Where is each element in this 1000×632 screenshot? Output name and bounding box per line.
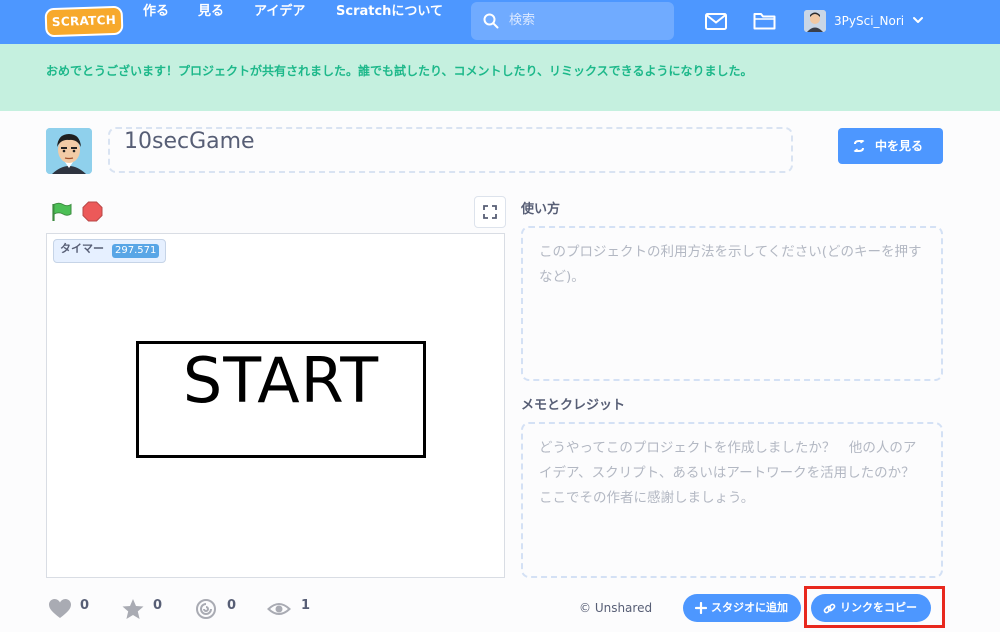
instructions-textarea[interactable]: このプロジェクトの利用方法を示してください(どのキーを押すなど)。	[521, 226, 943, 381]
username[interactable]: 3PySci_Nori	[834, 0, 904, 42]
stop-icon[interactable]	[82, 201, 103, 222]
add-to-studio-label: スタジオに追加	[711, 601, 788, 614]
remix-stat: 0	[195, 598, 245, 620]
search-placeholder: 検索	[509, 13, 536, 28]
remix-arrows-icon	[853, 140, 865, 152]
plus-icon	[695, 602, 707, 614]
view-count: 1	[301, 598, 311, 613]
unshared-status[interactable]: © Unshared	[579, 598, 652, 618]
search-icon	[483, 13, 499, 29]
nav-explore[interactable]: 見る	[198, 0, 224, 44]
fullscreen-icon	[483, 205, 497, 219]
view-stat: 1	[267, 598, 317, 620]
eye-icon	[267, 603, 291, 615]
remix-spiral-icon	[196, 599, 216, 619]
search-input[interactable]: 検索	[471, 2, 674, 40]
user-avatar[interactable]	[804, 10, 826, 32]
project-stage[interactable]: タイマー 297.571 START	[46, 233, 505, 578]
favorite-count: 0	[153, 598, 163, 613]
top-nav: SCRATCH 作る 見る アイデア Scratchについて 検索 3PySci…	[0, 0, 1000, 44]
start-text: START	[182, 344, 380, 417]
add-to-studio-button[interactable]: スタジオに追加	[683, 594, 801, 622]
fullscreen-button[interactable]	[474, 196, 506, 228]
mail-icon[interactable]	[705, 13, 727, 30]
timer-monitor: タイマー 297.571	[53, 239, 167, 263]
instructions-label: 使い方	[521, 202, 561, 217]
nav-about[interactable]: Scratchについて	[336, 0, 443, 44]
star-icon	[122, 599, 144, 619]
copy-link-highlight	[804, 586, 945, 628]
folder-icon[interactable]	[753, 11, 776, 30]
scratch-logo[interactable]: SCRATCH	[44, 5, 124, 38]
project-author-avatar[interactable]	[46, 128, 92, 174]
see-inside-button[interactable]: 中を見る	[838, 128, 943, 164]
notes-credits-label: メモとクレジット	[521, 398, 626, 413]
chevron-down-icon[interactable]	[913, 16, 923, 24]
notes-credits-textarea[interactable]: どうやってこのプロジェクトを作成しましたか？ 他の人のアイデア、スクリプト、ある…	[521, 422, 943, 578]
heart-icon	[49, 599, 71, 618]
nav-create[interactable]: 作る	[143, 0, 169, 44]
banner-message: おめでとうございます！プロジェクトが共有されました。誰でも試したり、コメントした…	[46, 64, 753, 78]
share-success-banner: おめでとうございます！プロジェクトが共有されました。誰でも試したり、コメントした…	[0, 44, 1000, 111]
instructions-placeholder: このプロジェクトの利用方法を示してください(どのキーを押すなど)。	[539, 244, 922, 285]
notes-placeholder: どうやってこのプロジェクトを作成しましたか？ 他の人のアイデア、スクリプト、ある…	[539, 440, 929, 506]
favorite-stat[interactable]: 0	[121, 598, 171, 620]
project-title-input[interactable]: 10secGame	[108, 127, 793, 173]
monitor-value: 297.571	[112, 244, 160, 258]
monitor-label: タイマー	[60, 242, 104, 255]
green-flag-icon[interactable]	[51, 202, 73, 222]
love-count: 0	[80, 598, 90, 613]
remix-count: 0	[227, 598, 237, 613]
start-sprite[interactable]: START	[136, 341, 426, 458]
love-stat[interactable]: 0	[48, 598, 98, 620]
project-title: 10secGame	[124, 129, 255, 154]
see-inside-label: 中を見る	[875, 139, 924, 153]
nav-ideas[interactable]: アイデア	[254, 0, 305, 44]
